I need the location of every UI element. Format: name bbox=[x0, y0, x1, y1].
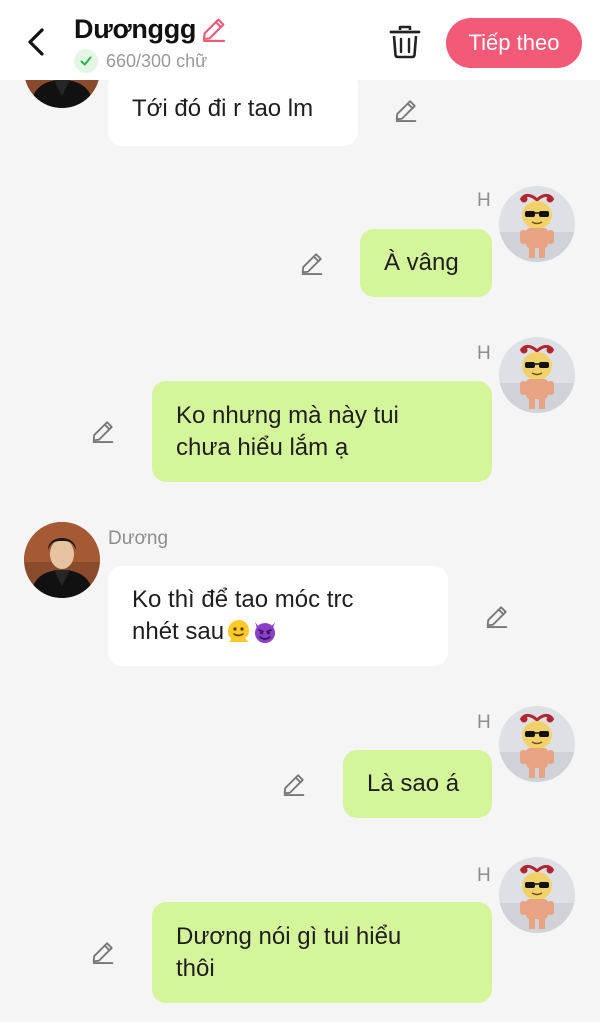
edit-title-icon[interactable] bbox=[199, 14, 229, 44]
sender-name: H bbox=[477, 190, 491, 211]
message-bubble[interactable]: Dương nói gì tui hiểu thôi bbox=[152, 902, 492, 1003]
trash-icon bbox=[389, 25, 421, 59]
message-text-line: Ko nhưng mà này tui bbox=[176, 401, 399, 429]
check-icon bbox=[74, 49, 98, 73]
smiling-devil-emoji-icon bbox=[255, 622, 276, 643]
edit-message-icon[interactable] bbox=[89, 417, 117, 445]
message-bubble[interactable]: Ko nhưng mà này tui chưa hiểu lắm ạ bbox=[152, 381, 492, 482]
message-text: Là sao á bbox=[367, 770, 460, 797]
edit-message-icon[interactable] bbox=[392, 96, 420, 124]
avatar[interactable] bbox=[499, 857, 575, 933]
message-text-line: nhét sau bbox=[132, 618, 225, 645]
title-block: Dươnggg 660/300 chữ bbox=[74, 14, 229, 73]
top-bar: Dươnggg 660/300 chữ Tiếp theo bbox=[0, 0, 600, 80]
message-text: Tới đó đi r tao lm bbox=[132, 95, 314, 122]
message-bubble[interactable]: Là sao á bbox=[343, 750, 492, 818]
avatar[interactable] bbox=[24, 522, 100, 598]
chevron-left-icon bbox=[28, 28, 44, 56]
message-text: À vâng bbox=[384, 249, 459, 276]
message-text-line: thôi bbox=[176, 954, 215, 982]
next-button[interactable]: Tiếp theo bbox=[446, 18, 582, 68]
message-text-line: Ko thì để tao móc trc bbox=[132, 586, 354, 613]
message-bubble[interactable]: Ko thì để tao móc trc nhét sau bbox=[108, 566, 448, 666]
avatar[interactable] bbox=[499, 706, 575, 782]
sender-name: H bbox=[477, 343, 491, 364]
sender-name: H bbox=[477, 712, 491, 733]
page-title: Dươnggg bbox=[74, 14, 197, 44]
avatar[interactable] bbox=[499, 186, 575, 262]
edit-message-icon[interactable] bbox=[483, 602, 511, 630]
sender-name: Dương bbox=[108, 528, 169, 549]
melting-face-emoji-icon bbox=[228, 620, 250, 642]
message-bubble[interactable]: Tới đó đi r tao lm bbox=[108, 72, 358, 146]
edit-message-icon[interactable] bbox=[89, 938, 117, 966]
back-button[interactable] bbox=[20, 22, 56, 62]
edit-message-icon[interactable] bbox=[280, 770, 308, 798]
edit-message-icon[interactable] bbox=[298, 249, 326, 277]
message-text-line-with-emoji: nhét sau bbox=[132, 616, 353, 648]
avatar[interactable] bbox=[499, 337, 575, 413]
word-count: 660/300 chữ bbox=[106, 50, 208, 71]
message-bubble[interactable]: À vâng bbox=[360, 229, 492, 297]
message-text-line: Dương nói gì tui hiểu bbox=[176, 922, 402, 950]
message-text-line: chưa hiểu lắm ạ bbox=[176, 433, 349, 461]
delete-button[interactable] bbox=[386, 22, 424, 62]
sender-name: H bbox=[477, 865, 491, 886]
